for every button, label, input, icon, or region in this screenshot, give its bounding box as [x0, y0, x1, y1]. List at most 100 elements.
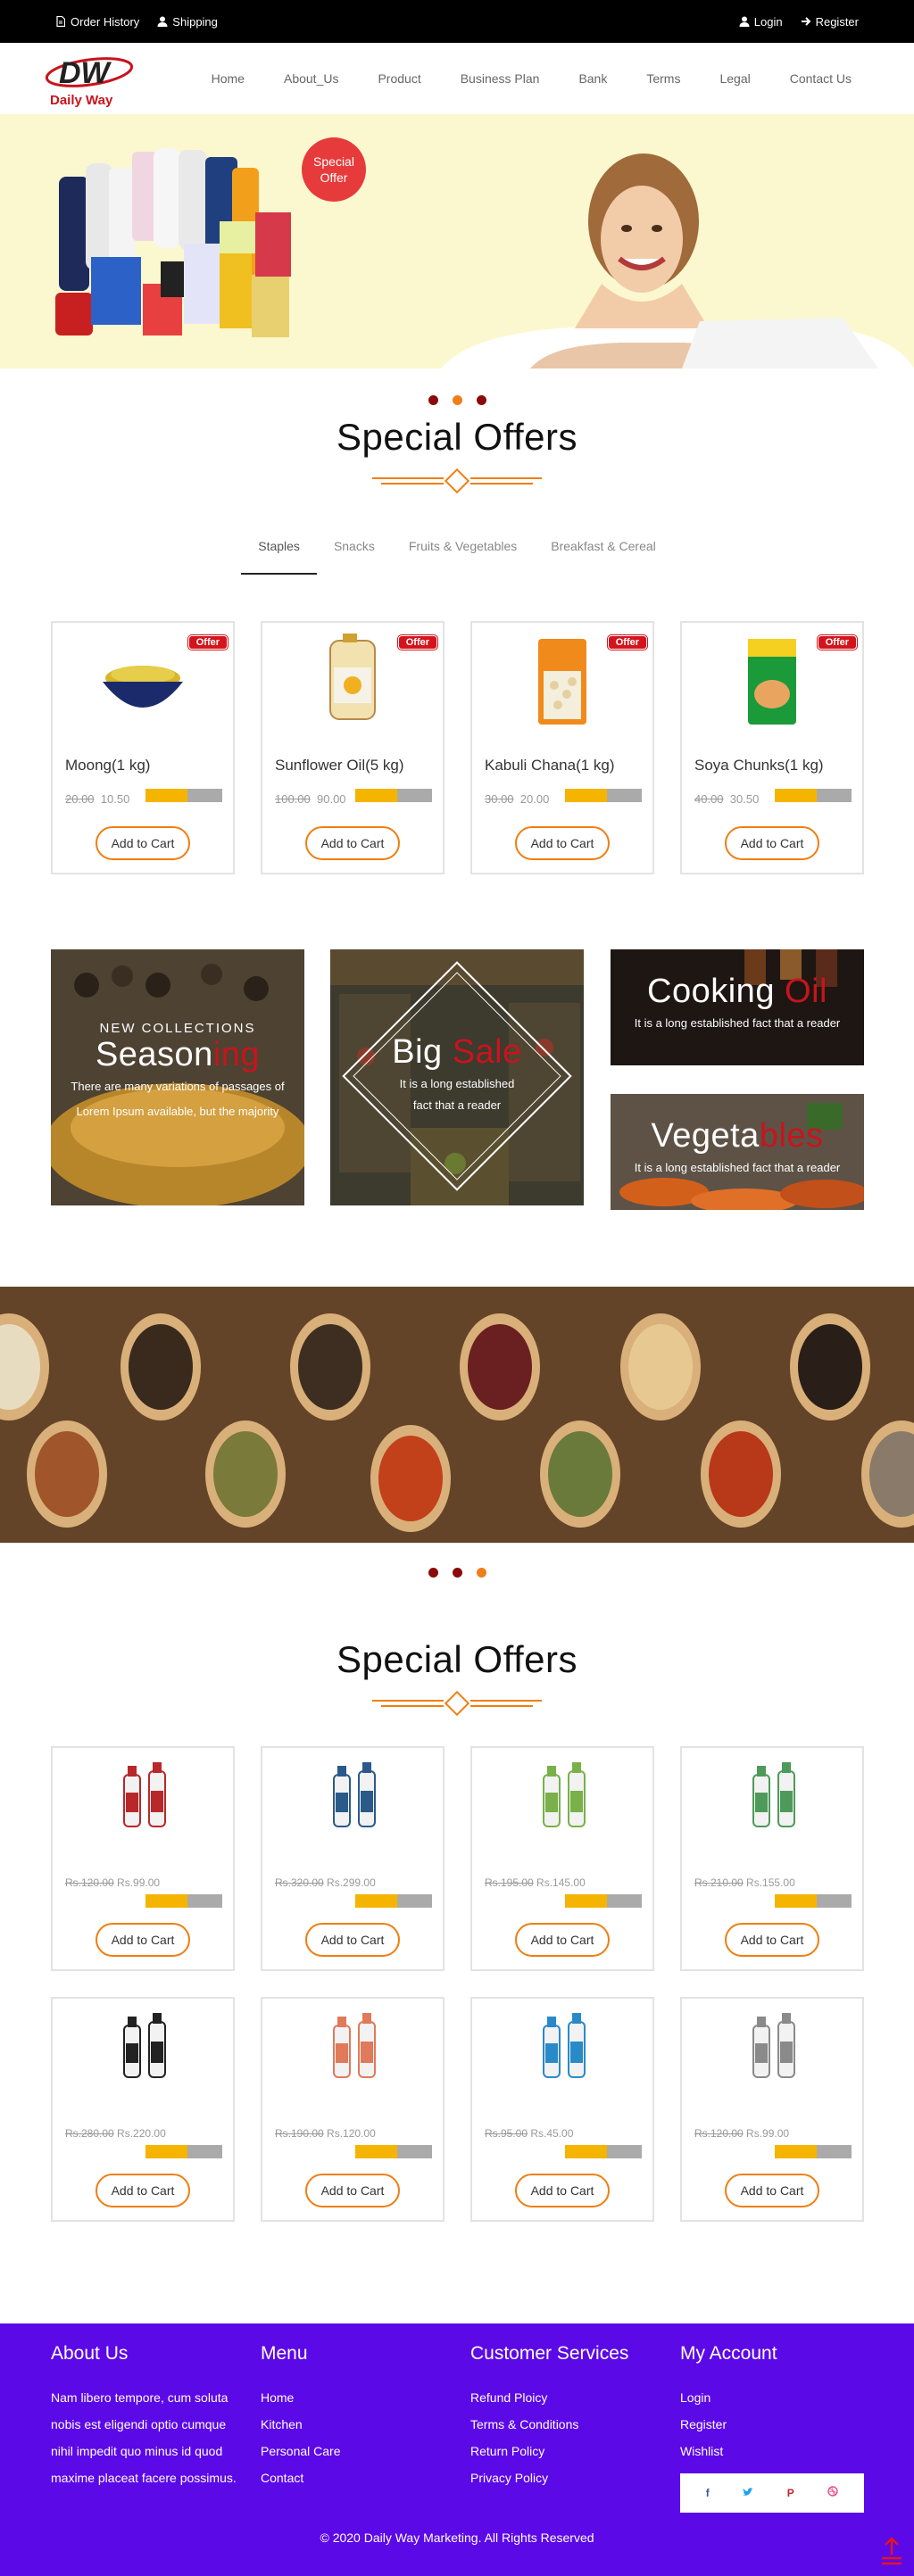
order-history-label: Order History — [71, 14, 140, 29]
add-to-cart-button[interactable]: Add to Cart — [725, 826, 819, 860]
footer-link[interactable]: Home — [261, 2384, 448, 2411]
add-to-cart-button[interactable]: Add to Cart — [305, 2174, 400, 2207]
shipping-label: Shipping — [172, 14, 218, 29]
big-sale-promo[interactable]: Big Sale It is a long established fact t… — [330, 949, 584, 1205]
new-price: Rs.120.00 — [327, 2127, 376, 2140]
promo-title-b: ing — [212, 1036, 261, 1073]
add-to-cart-button[interactable]: Add to Cart — [96, 2174, 190, 2207]
footer-link[interactable]: Contact — [261, 2464, 448, 2491]
stock-bar-fill — [145, 789, 188, 802]
stock-bar-fill — [565, 2145, 608, 2158]
seasoning-promo[interactable]: NEW COLLECTIONS Seasoning There are many… — [51, 949, 304, 1205]
carousel-dot[interactable] — [452, 395, 462, 405]
promo-title-a: Cooking — [647, 973, 785, 1010]
footer-link[interactable]: Return Policy — [470, 2438, 658, 2464]
footer-link[interactable]: Personal Care — [261, 2438, 448, 2464]
pinterest-icon[interactable]: P — [787, 2487, 794, 2499]
product-price: 100.00 90.00 — [275, 792, 346, 806]
badge-line1: Special — [313, 154, 354, 169]
tab-breakfast-cereal[interactable]: Breakfast & Cereal — [534, 539, 673, 575]
category-tabs: Staples Snacks Fruits & Vegetables Break… — [0, 539, 914, 575]
add-to-cart-button[interactable]: Add to Cart — [305, 1923, 400, 1957]
spoons-of-spices-image — [0, 1287, 914, 1543]
stock-bar — [565, 2145, 642, 2158]
footer-link[interactable]: Privacy Policy — [470, 2464, 658, 2491]
arrow-right-icon — [801, 16, 811, 27]
promo-text: It is a long established fact that a rea… — [634, 1161, 841, 1174]
old-price: Rs.280.00 — [65, 2127, 114, 2140]
shampoo-bottles-image — [752, 1762, 795, 1827]
stock-bar-fill — [355, 1894, 398, 1908]
spices-banner — [0, 1287, 914, 1543]
shipping-link[interactable]: Shipping — [157, 15, 218, 29]
nav-contact-us[interactable]: Contact Us — [770, 71, 871, 86]
product-price: Rs.280.00 Rs.220.00 — [65, 2127, 166, 2140]
carousel-dot[interactable] — [428, 395, 438, 405]
kabuli-chana-image — [538, 639, 586, 725]
nav-bank[interactable]: Bank — [559, 71, 627, 86]
promo-text: Lorem Ipsum available, but the majority — [76, 1105, 279, 1118]
add-to-cart-button[interactable]: Add to Cart — [725, 1923, 819, 1957]
footer-link[interactable]: Login — [680, 2384, 868, 2411]
nav-about-us[interactable]: About_Us — [264, 71, 358, 86]
footer-about: About Us Nam libero tempore, cum soluta … — [51, 2343, 238, 2491]
add-to-cart-button[interactable]: Add to Cart — [96, 1923, 190, 1957]
nav-home[interactable]: Home — [192, 71, 264, 86]
footer-link[interactable]: Kitchen — [261, 2411, 448, 2438]
carousel-dot[interactable] — [476, 1568, 486, 1578]
stock-bar — [775, 1894, 852, 1908]
add-to-cart-button[interactable]: Add to Cart — [96, 826, 190, 860]
carousel-dot[interactable] — [452, 1568, 462, 1578]
footer-about-text: Nam libero tempore, cum soluta nobis est… — [51, 2390, 237, 2485]
add-to-cart-button[interactable]: Add to Cart — [515, 2174, 610, 2207]
new-price: Rs.99.00 — [746, 2127, 790, 2140]
tab-fruits-vegetables[interactable]: Fruits & Vegetables — [392, 539, 534, 575]
tab-staples[interactable]: Staples — [241, 539, 317, 575]
footer-link[interactable]: Terms & Conditions — [470, 2411, 658, 2438]
add-to-cart-button[interactable]: Add to Cart — [725, 2174, 819, 2207]
special-offers-title: Special Offers — [336, 1638, 577, 1680]
product-name: Sunflower Oil(5 kg) — [275, 757, 404, 774]
back-to-top-icon[interactable] — [878, 2535, 905, 2565]
promo-text: It is a long established fact that a rea… — [634, 1016, 841, 1030]
carousel-dots-1 — [0, 395, 914, 405]
shampoo-bottles-image — [123, 1762, 166, 1827]
dribbble-icon[interactable] — [827, 2485, 838, 2501]
special-offer-badge: Special Offer — [302, 137, 366, 202]
promo-title-b: bles — [759, 1117, 824, 1155]
product-price: 30.00 20.00 — [485, 792, 549, 806]
twitter-icon[interactable] — [743, 2485, 754, 2501]
vegetables-promo[interactable]: Vegetables It is a long established fact… — [611, 1094, 864, 1210]
carousel-dot[interactable] — [476, 395, 486, 405]
moong-image — [103, 666, 183, 708]
footer-link[interactable]: Register — [680, 2411, 868, 2438]
nav-legal[interactable]: Legal — [700, 71, 769, 86]
cooking-oil-promo[interactable]: Cooking Oil It is a long established fac… — [611, 949, 864, 1065]
product-name: Kabuli Chana(1 kg) — [485, 757, 615, 774]
register-link[interactable]: Register — [801, 15, 859, 29]
old-price: Rs.120.00 — [65, 1876, 114, 1889]
old-price: 30.00 — [485, 792, 514, 806]
add-to-cart-button[interactable]: Add to Cart — [515, 826, 610, 860]
nav-terms[interactable]: Terms — [627, 71, 700, 86]
tab-snacks[interactable]: Snacks — [317, 539, 392, 575]
order-history-link[interactable]: Order History — [55, 15, 139, 29]
old-price: Rs.195.00 — [485, 1876, 534, 1889]
login-link[interactable]: Login — [739, 15, 783, 29]
brand-logo[interactable]: DW Daily Way — [43, 47, 134, 110]
stock-bar — [775, 789, 852, 802]
stock-bar-fill — [145, 2145, 188, 2158]
add-to-cart-button[interactable]: Add to Cart — [515, 1923, 610, 1957]
nav-business-plan[interactable]: Business Plan — [441, 71, 560, 86]
carousel-dot[interactable] — [428, 1568, 438, 1578]
stock-bar-fill — [565, 789, 608, 802]
stock-bar — [775, 2145, 852, 2158]
stock-bar — [145, 1894, 222, 1908]
footer-link[interactable]: Wishlist — [680, 2438, 868, 2464]
footer-link[interactable]: Refund Ploicy — [470, 2384, 658, 2411]
add-to-cart-button[interactable]: Add to Cart — [305, 826, 400, 860]
site-footer: About Us Nam libero tempore, cum soluta … — [0, 2323, 914, 2576]
new-price: Rs.220.00 — [117, 2127, 166, 2140]
nav-product[interactable]: Product — [358, 71, 440, 86]
facebook-icon[interactable]: f — [706, 2487, 710, 2499]
